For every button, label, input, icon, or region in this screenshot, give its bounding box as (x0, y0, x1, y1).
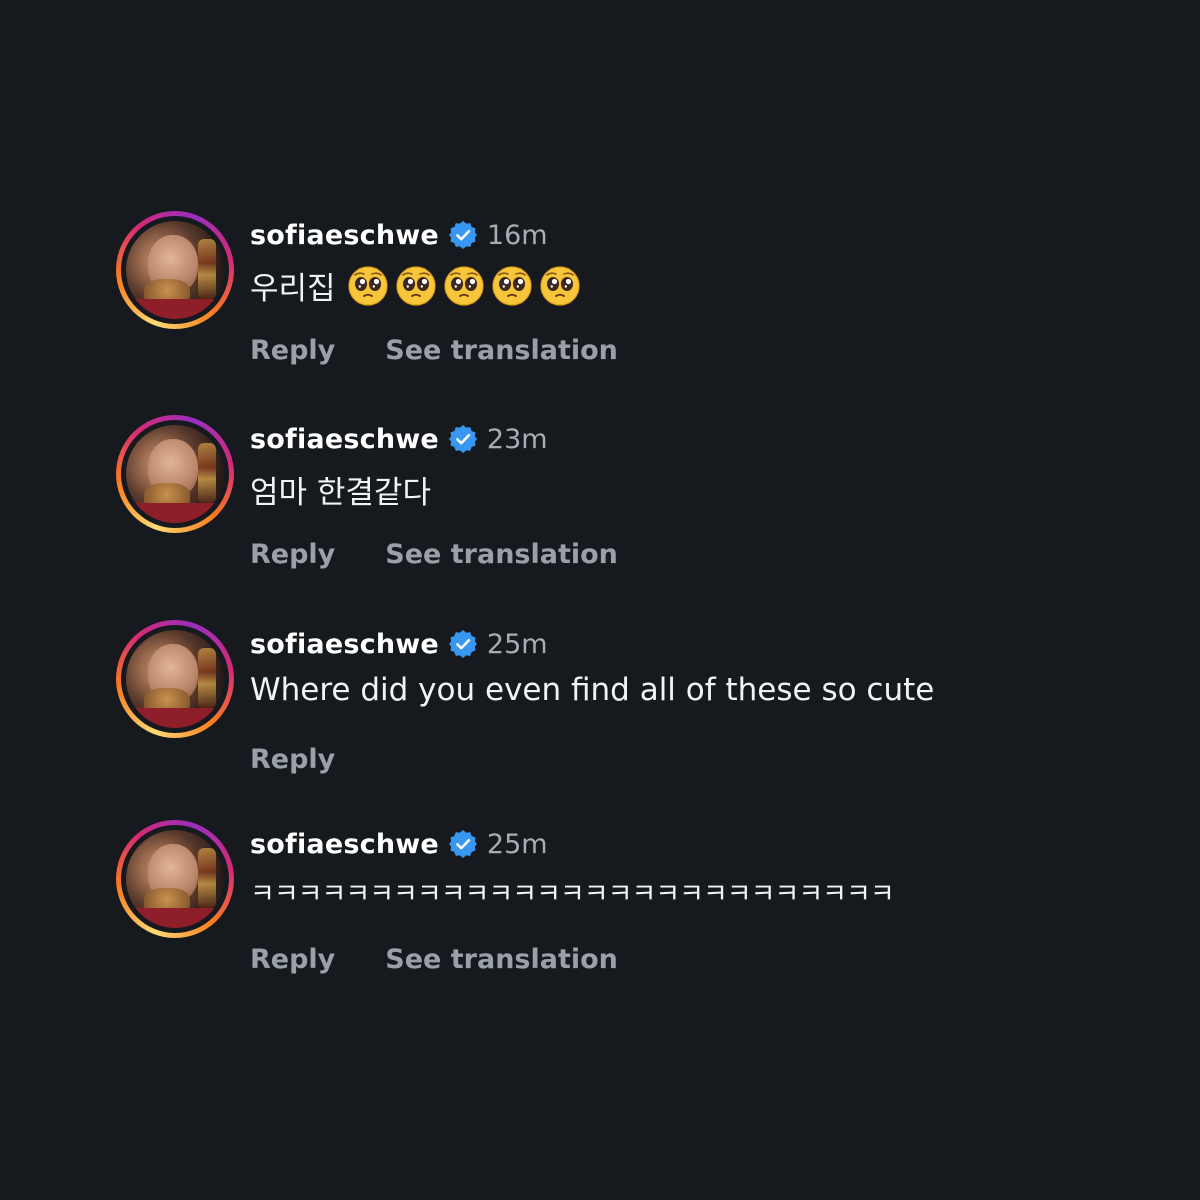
comment-item: sofiaeschwe 25m Where did you even find … (116, 620, 1116, 790)
comment-text-body: Where did you even find all of these so … (250, 672, 935, 708)
comment-item: sofiaeschwe 25m ㅋㅋㅋㅋㅋㅋㅋㅋㅋㅋㅋㅋㅋㅋㅋㅋㅋㅋㅋㅋㅋㅋㅋㅋ… (116, 820, 1116, 990)
comment-actions: Reply (250, 744, 385, 775)
avatar[interactable] (116, 211, 234, 329)
comment-text-body: 우리집 (250, 271, 336, 307)
comment-header: sofiaeschwe 23m (250, 421, 548, 457)
pleading-face-icon (492, 266, 532, 306)
avatar[interactable] (116, 820, 234, 938)
comment-actions: Reply See translation (250, 944, 668, 975)
comment-header: sofiaeschwe 25m (250, 826, 548, 862)
comment-actions: Reply See translation (250, 335, 668, 366)
comment-item: sofiaeschwe 23m 엄마 한결같다 Reply See transl… (116, 415, 1116, 585)
verified-badge-icon (449, 630, 477, 658)
comment-text: Where did you even find all of these so … (250, 672, 934, 708)
avatar[interactable] (116, 415, 234, 533)
reply-button[interactable]: Reply (250, 944, 335, 975)
comment-item: sofiaeschwe 16m 우리집 Reply See translatio… (116, 211, 1116, 381)
timestamp: 16m (486, 219, 548, 251)
username[interactable]: sofiaeschwe (250, 629, 439, 660)
comment-actions: Reply See translation (250, 539, 668, 570)
timestamp: 25m (486, 628, 548, 660)
comment-header: sofiaeschwe 25m (250, 626, 548, 662)
username[interactable]: sofiaeschwe (250, 220, 439, 251)
timestamp: 25m (486, 828, 548, 860)
pleading-face-icon (396, 266, 436, 306)
verified-badge-icon (449, 830, 477, 858)
comment-text-body: 엄마 한결같다 (250, 475, 431, 511)
comment-text: 우리집 (250, 263, 580, 308)
username[interactable]: sofiaeschwe (250, 424, 439, 455)
reply-button[interactable]: Reply (250, 744, 335, 775)
see-translation-button[interactable]: See translation (385, 335, 618, 366)
pleading-face-icon (540, 266, 580, 306)
avatar[interactable] (116, 620, 234, 738)
timestamp: 23m (486, 423, 548, 455)
comment-header: sofiaeschwe 16m (250, 217, 548, 253)
verified-badge-icon (449, 425, 477, 453)
comment-text: ㅋㅋㅋㅋㅋㅋㅋㅋㅋㅋㅋㅋㅋㅋㅋㅋㅋㅋㅋㅋㅋㅋㅋㅋㅋㅋㅋ (250, 872, 895, 911)
pleading-face-icon (348, 266, 388, 306)
username[interactable]: sofiaeschwe (250, 829, 439, 860)
pleading-face-icon (444, 266, 484, 306)
comment-text: 엄마 한결같다 (250, 467, 431, 512)
see-translation-button[interactable]: See translation (385, 944, 618, 975)
see-translation-button[interactable]: See translation (385, 539, 618, 570)
reply-button[interactable]: Reply (250, 539, 335, 570)
comment-text-body: ㅋㅋㅋㅋㅋㅋㅋㅋㅋㅋㅋㅋㅋㅋㅋㅋㅋㅋㅋㅋㅋㅋㅋㅋㅋㅋㅋ (250, 879, 895, 910)
reply-button[interactable]: Reply (250, 335, 335, 366)
verified-badge-icon (449, 221, 477, 249)
